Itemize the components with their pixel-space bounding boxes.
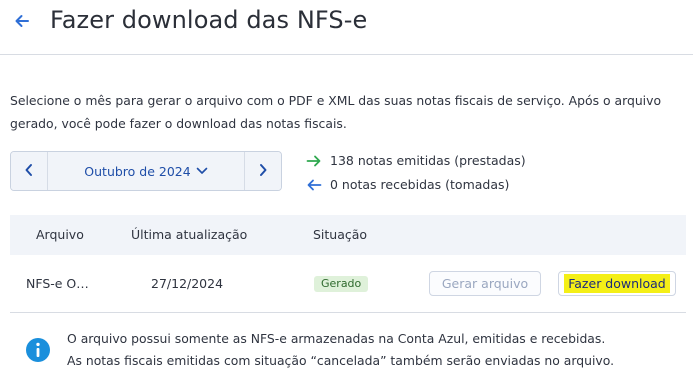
description-text: Selecione o mês para gerar o arquivo com… <box>10 93 662 131</box>
column-header-file: Arquivo <box>36 227 84 242</box>
emitted-count-label: 138 notas emitidas (prestadas) <box>330 153 526 168</box>
month-select[interactable]: Outubro de 2024 <box>48 152 244 190</box>
generate-file-button[interactable]: Gerar arquivo <box>429 271 541 296</box>
column-header-status: Situação <box>313 227 368 242</box>
table-row: NFS-e Outubro de 2024 27/12/2024 Gerado … <box>10 255 686 313</box>
page-title: Fazer download das NFS-e <box>50 6 368 34</box>
file-name: NFS-e Outubro de 2024 <box>26 276 90 291</box>
received-count: 0 notas recebidas (tomadas) <box>306 177 509 192</box>
download-button[interactable]: Fazer download <box>558 271 676 296</box>
page-header: Fazer download das NFS-e <box>0 0 693 55</box>
previous-month-button[interactable] <box>11 152 48 190</box>
info-text-line-2: As notas fiscais emitidas com situação “… <box>67 353 615 368</box>
back-arrow-icon[interactable] <box>12 11 32 31</box>
next-month-button[interactable] <box>244 152 281 190</box>
chevron-down-icon <box>196 167 208 175</box>
column-header-last-update: Última atualização <box>131 227 248 242</box>
arrow-left-icon <box>306 178 322 192</box>
emitted-count: 138 notas emitidas (prestadas) <box>306 153 526 168</box>
month-picker: Outubro de 2024 <box>10 151 282 191</box>
table-header: Arquivo Última atualização Situação <box>10 215 686 255</box>
chevron-right-icon <box>258 162 268 181</box>
info-icon <box>26 338 50 362</box>
last-update-date: 27/12/2024 <box>151 276 224 291</box>
download-button-label: Fazer download <box>564 274 670 293</box>
arrow-right-icon <box>306 154 322 168</box>
status-badge: Gerado <box>314 276 369 292</box>
chevron-left-icon <box>24 162 34 181</box>
received-count-label: 0 notas recebidas (tomadas) <box>330 177 510 192</box>
selected-month-label: Outubro de 2024 <box>84 163 191 179</box>
info-text-line-1: O arquivo possui somente as NFS-e armaze… <box>67 331 606 346</box>
